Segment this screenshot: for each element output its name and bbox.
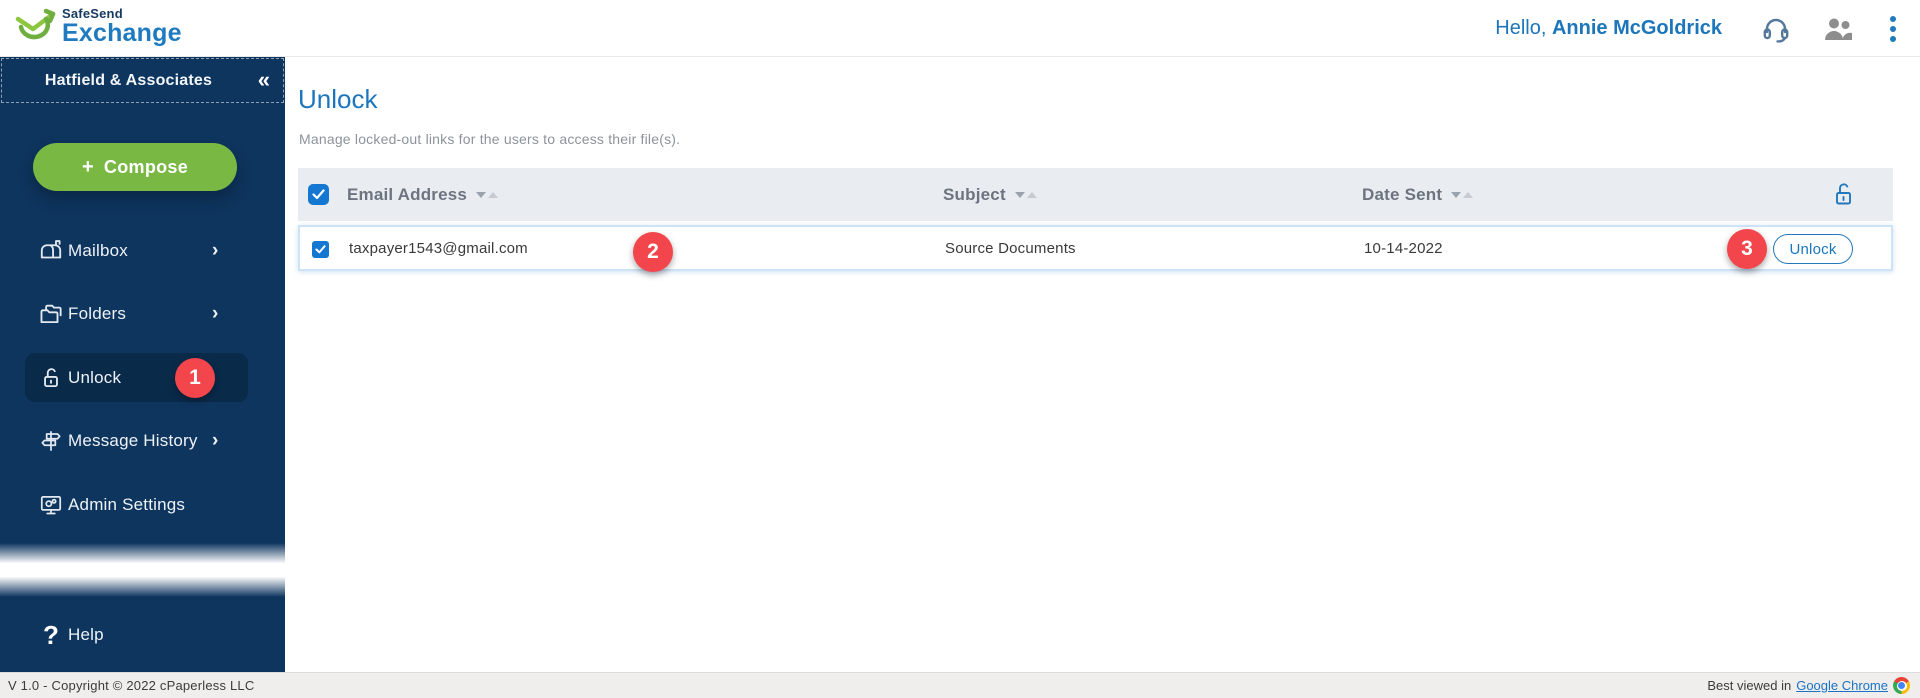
copyright-text: V 1.0 - Copyright © 2022 cPaperless LLC bbox=[8, 678, 255, 693]
chrome-icon bbox=[1893, 677, 1910, 694]
sidebar-item-label: Mailbox bbox=[68, 241, 128, 260]
unlock-table: Email Address Subject Date Sent taxpayer… bbox=[298, 168, 1893, 271]
sort-arrows-icon[interactable] bbox=[1451, 191, 1474, 198]
brand-logo: SafeSend Exchange bbox=[12, 7, 182, 49]
sidebar-item-mailbox[interactable]: Mailbox › bbox=[0, 229, 285, 273]
user-greeting: Hello, Annie McGoldrick bbox=[1495, 17, 1722, 40]
topbar: SafeSend Exchange Hello, Annie McGoldric… bbox=[0, 0, 1920, 57]
row-checkbox[interactable] bbox=[312, 241, 329, 258]
footer-right: Best viewed in Google Chrome bbox=[1707, 677, 1910, 694]
user-name: Annie McGoldrick bbox=[1551, 17, 1722, 39]
sidebar-item-label: Folders bbox=[68, 304, 127, 323]
users-icon[interactable] bbox=[1822, 16, 1854, 42]
column-header-date-sent[interactable]: Date Sent bbox=[1362, 168, 1474, 221]
collapse-sidebar-icon[interactable]: « bbox=[258, 68, 270, 91]
table-header: Email Address Subject Date Sent bbox=[298, 168, 1893, 221]
sidebar-item-label: Message History bbox=[68, 431, 198, 450]
table-row: taxpayer1543@gmail.com Source Documents … bbox=[298, 225, 1893, 271]
chevron-right-icon: › bbox=[212, 430, 219, 451]
chevron-right-icon: › bbox=[212, 240, 219, 261]
compose-label: Compose bbox=[103, 156, 189, 177]
org-name: Hatfield & Associates bbox=[44, 71, 213, 89]
safesend-envelope-icon bbox=[15, 8, 56, 40]
app-window: SafeSend Exchange Hello, Annie McGoldric… bbox=[0, 0, 1920, 698]
cell-email: taxpayer1543@gmail.com bbox=[349, 239, 528, 257]
footer: V 1.0 - Copyright © 2022 cPaperless LLC … bbox=[0, 672, 1920, 698]
sort-arrows-icon[interactable] bbox=[476, 191, 499, 198]
unlock-icon bbox=[38, 365, 64, 391]
step-badge-3: 3 bbox=[1727, 229, 1767, 269]
sidebar-item-label: Unlock bbox=[68, 367, 122, 387]
cell-subject: Source Documents bbox=[945, 239, 1076, 257]
topbar-right: Hello, Annie McGoldrick bbox=[1495, 0, 1902, 57]
column-header-subject[interactable]: Subject bbox=[943, 168, 1037, 221]
sidebar-item-admin-settings[interactable]: Admin Settings bbox=[0, 483, 285, 527]
sidebar-fade-band bbox=[0, 543, 285, 597]
google-chrome-link[interactable]: Google Chrome bbox=[1796, 678, 1888, 693]
folders-icon bbox=[38, 301, 64, 327]
headset-icon[interactable] bbox=[1760, 13, 1792, 45]
sort-arrows-icon[interactable] bbox=[1014, 191, 1037, 198]
compose-button[interactable]: + Compose bbox=[33, 143, 237, 191]
chevron-right-icon: › bbox=[212, 303, 219, 324]
sidebar-item-help[interactable]: ? Help bbox=[0, 613, 285, 657]
sidebar-item-folders[interactable]: Folders › bbox=[0, 292, 285, 336]
cell-date-sent: 10-14-2022 bbox=[1364, 239, 1443, 257]
signpost-icon bbox=[38, 428, 64, 454]
greeting-prefix: Hello, bbox=[1495, 17, 1547, 39]
lock-open-icon[interactable] bbox=[1832, 181, 1855, 213]
brand-name-bottom: Exchange bbox=[62, 19, 182, 47]
page-title: Unlock bbox=[298, 84, 378, 114]
mailbox-icon bbox=[38, 238, 64, 264]
step-badge-1: 1 bbox=[175, 358, 215, 398]
column-header-email[interactable]: Email Address bbox=[347, 168, 499, 221]
sidebar: Hatfield & Associates « + Compose Mailbo… bbox=[0, 57, 285, 672]
step-badge-2: 2 bbox=[633, 232, 673, 272]
page-description: Manage locked-out links for the users to… bbox=[299, 131, 681, 147]
plus-icon: + bbox=[81, 156, 94, 178]
question-icon: ? bbox=[42, 619, 60, 650]
kebab-menu-icon[interactable] bbox=[1884, 14, 1902, 44]
monitor-gear-icon bbox=[38, 492, 64, 518]
sidebar-item-label: Help bbox=[68, 625, 104, 644]
sidebar-item-label: Admin Settings bbox=[68, 495, 186, 514]
select-all-checkbox[interactable] bbox=[308, 184, 329, 205]
best-viewed-text: Best viewed in bbox=[1707, 678, 1792, 693]
org-header: Hatfield & Associates « bbox=[1, 58, 284, 103]
unlock-button[interactable]: Unlock bbox=[1773, 234, 1853, 264]
sidebar-item-message-history[interactable]: Message History › bbox=[0, 419, 285, 463]
